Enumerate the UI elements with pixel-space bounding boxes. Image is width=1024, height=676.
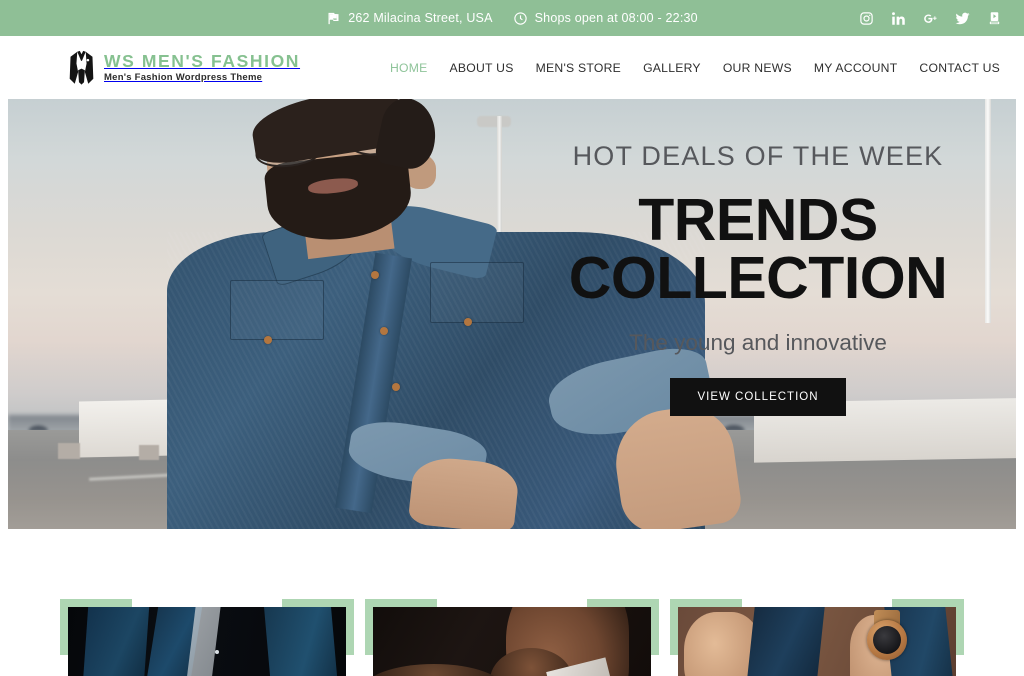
featured-card[interactable]: [60, 599, 354, 676]
watch-sleeve-left: [742, 607, 828, 676]
youtube-icon: [987, 11, 1002, 26]
clock-icon: [513, 11, 528, 26]
nav-item-our-news[interactable]: OUR NEWS: [723, 61, 792, 75]
nav-item-gallery[interactable]: GALLERY: [643, 61, 701, 75]
nav-item-my-account[interactable]: MY ACCOUNT: [814, 61, 898, 75]
view-collection-button[interactable]: VIEW COLLECTION: [670, 377, 846, 416]
google-plus-icon: [923, 11, 938, 26]
hero-title: TRENDS COLLECTION: [528, 187, 988, 311]
logo-title: WS MEN'S FASHION: [104, 51, 301, 72]
suit-jacket-icon: [68, 50, 95, 86]
main-navigation: HOME ABOUT US MEN'S STORE GALLERY OUR NE…: [390, 61, 1000, 75]
social-links: [858, 10, 1002, 26]
linkedin-icon: [891, 11, 906, 26]
featured-cards: [0, 599, 1024, 676]
store-hours: Shops open at 08:00 - 22:30: [513, 11, 698, 26]
site-logo[interactable]: WS MEN'S FASHION Men's Fashion Wordpress…: [68, 50, 300, 86]
nav-item-about-us[interactable]: ABOUT US: [450, 61, 514, 75]
pocket-button-left: [264, 335, 273, 344]
nav-item-home[interactable]: HOME: [390, 61, 428, 75]
hero-title-line-2: COLLECTION: [568, 244, 948, 311]
suit-arm-left: [80, 607, 151, 676]
hero-copy: HOT DEALS OF THE WEEK TRENDS COLLECTION …: [528, 141, 988, 416]
store-address-text: 262 Milacina Street, USA: [348, 11, 493, 25]
hero-subtitle: The young and innovative: [629, 329, 887, 355]
suit-arm-right: [262, 607, 341, 676]
social-link-youtube[interactable]: [986, 10, 1002, 26]
instagram-icon: [859, 11, 874, 26]
roof-block-1: [58, 443, 81, 459]
featured-card[interactable]: [365, 599, 659, 676]
store-hours-text: Shops open at 08:00 - 22:30: [534, 11, 698, 25]
top-info-bar: 262 Milacina Street, USA Shops open at 0…: [0, 0, 1024, 36]
suit-button: [215, 649, 220, 654]
social-link-google-plus[interactable]: [922, 10, 938, 26]
featured-section: [0, 529, 1024, 676]
hero-banner: HOT DEALS OF THE WEEK TRENDS COLLECTION …: [8, 99, 1016, 529]
shirt-pocket-left: [229, 279, 324, 340]
nav-item-mens-store[interactable]: MEN'S STORE: [536, 61, 621, 75]
shirt-button-1: [370, 271, 379, 279]
card-image-suit: [68, 607, 346, 676]
hero-kicker: HOT DEALS OF THE WEEK: [572, 141, 944, 171]
shirt-pocket-right: [429, 262, 524, 323]
store-address: 262 Milacina Street, USA: [326, 11, 492, 26]
social-link-linkedin[interactable]: [890, 10, 906, 26]
hero-title-line-1: TRENDS: [638, 187, 878, 253]
card-image-portrait: [373, 607, 651, 676]
social-link-instagram[interactable]: [858, 10, 874, 26]
featured-card[interactable]: [670, 599, 964, 676]
twitter-icon: [955, 11, 970, 26]
portrait-shoulder: [373, 664, 507, 676]
card-image-watch: [678, 607, 956, 676]
nav-item-contact-us[interactable]: CONTACT US: [919, 61, 1000, 75]
logo-subtitle: Men's Fashion Wordpress Theme: [104, 71, 263, 83]
social-link-twitter[interactable]: [954, 10, 970, 26]
map-flag-icon: [326, 11, 341, 26]
site-header: WS MEN'S FASHION Men's Fashion Wordpress…: [0, 36, 1024, 99]
shirt-button-2: [379, 326, 388, 335]
